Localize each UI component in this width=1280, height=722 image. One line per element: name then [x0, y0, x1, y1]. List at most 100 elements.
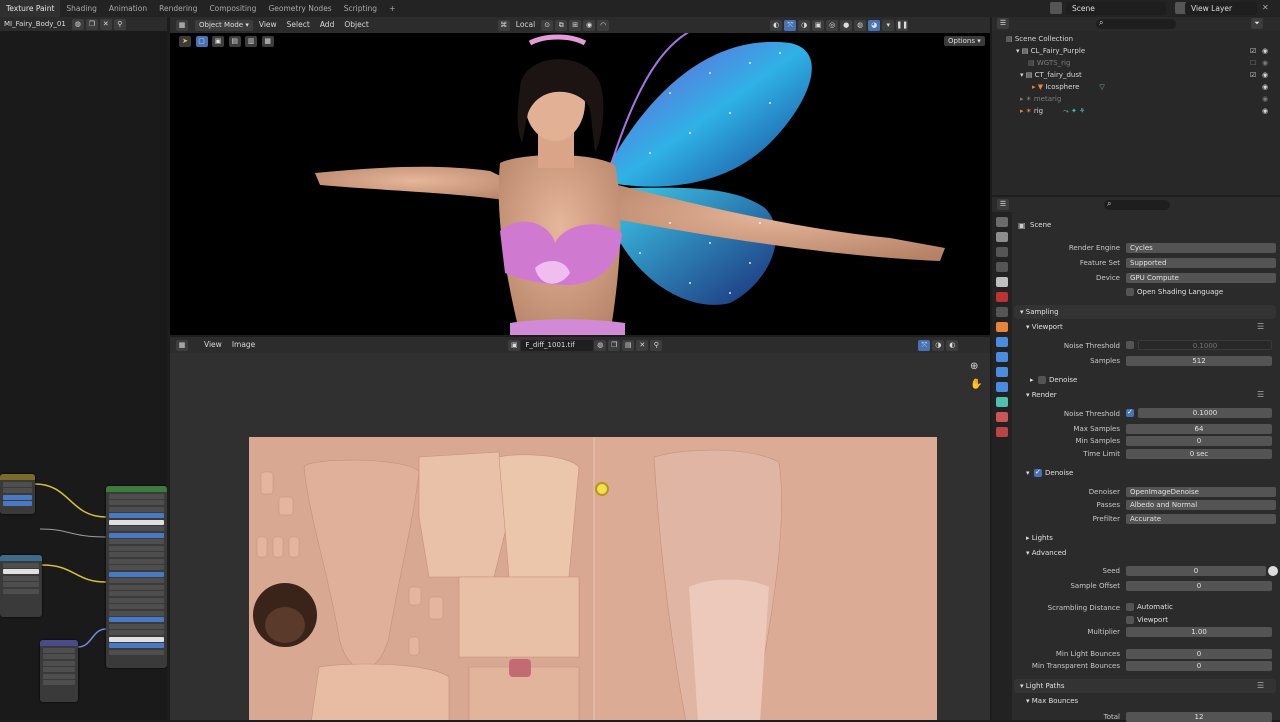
clock-icon[interactable] — [1268, 566, 1278, 576]
object-tab-icon[interactable] — [996, 322, 1008, 332]
feature-set-select[interactable]: Supported — [1126, 258, 1276, 268]
fake-user-icon[interactable]: ◍ — [594, 339, 607, 351]
max-samples-field[interactable]: 64 — [1126, 424, 1272, 434]
prefilter-select[interactable]: Accurate — [1126, 514, 1276, 524]
eye-icon[interactable]: ◉ — [1262, 93, 1268, 105]
checkbox-icon[interactable]: ☑ — [1250, 45, 1256, 57]
uv-texture-image[interactable] — [249, 437, 937, 720]
seed-field[interactable]: 0 — [1126, 566, 1266, 576]
constraints-tab-icon[interactable] — [996, 382, 1008, 392]
automatic-checkbox[interactable] — [1126, 603, 1134, 611]
outliner-row-ct-fairy-dust[interactable]: ▾ ▤ CT_fairy_dust ☑ ◉ — [992, 69, 1280, 81]
list-icon[interactable]: ☰ — [1257, 390, 1264, 399]
pivot-icon[interactable]: ⊙ — [541, 19, 554, 31]
shading-options-icon[interactable]: ▾ — [882, 19, 895, 31]
tab-texture-paint[interactable]: Texture Paint — [0, 0, 61, 17]
snap-icon[interactable]: ⧉ — [555, 19, 568, 31]
advanced-subpanel[interactable]: ▾ Advanced — [1026, 549, 1066, 557]
editor-type-icon[interactable]: ▦ — [176, 19, 188, 31]
min-samples-field[interactable]: 0 — [1126, 436, 1272, 446]
eye-icon[interactable]: ◉ — [1262, 105, 1268, 117]
eye-icon[interactable]: ◉ — [1262, 57, 1268, 69]
tab-geometry-nodes[interactable]: Geometry Nodes — [262, 0, 337, 17]
close-icon[interactable]: ✕ — [1262, 3, 1269, 12]
properties-search-input[interactable] — [1104, 200, 1170, 210]
pin-icon[interactable]: ⚲ — [650, 339, 663, 351]
rendered-shading-icon[interactable]: ◕ — [868, 19, 881, 31]
image-browse-icon[interactable]: ▣ — [508, 339, 521, 351]
new-image-icon[interactable]: ❐ — [608, 339, 621, 351]
image-name-field[interactable]: F_diff_1001.tif — [521, 339, 594, 351]
mode-selector[interactable]: Object Mode ▾ — [195, 19, 253, 31]
visibility-icon[interactable]: ◐ — [770, 19, 783, 31]
sample-offset-field[interactable]: 0 — [1126, 581, 1272, 591]
vp-noise-field[interactable]: 0.1000 — [1138, 340, 1272, 350]
menu-image[interactable]: Image — [227, 337, 261, 353]
shader-node-editor[interactable]: MI_Fairy_Body_01 ◍ ❐ ✕ ⚲ — [0, 17, 167, 720]
total-field[interactable]: 12 — [1126, 712, 1272, 722]
time-limit-field[interactable]: 0 sec — [1126, 449, 1272, 459]
view-layer-selector[interactable]: View Layer — [1185, 2, 1257, 15]
list-icon[interactable]: ☰ — [1257, 681, 1264, 690]
wireframe-shading-icon[interactable]: ◎ — [826, 19, 839, 31]
node-texture[interactable] — [0, 474, 35, 514]
properties-editor[interactable]: ☰ ⌕ ▣ Scene Render Engine Cycles Feature… — [992, 197, 1280, 722]
3d-viewport[interactable]: ▦ Object Mode ▾ View Select Add Object ⌘… — [170, 17, 990, 335]
tab-shading[interactable]: Shading — [60, 0, 102, 17]
add-workspace-button[interactable]: + — [383, 0, 401, 17]
checkbox-icon[interactable]: ☐ — [1250, 57, 1256, 69]
falloff-icon[interactable]: ◠ — [597, 19, 610, 31]
tab-rendering[interactable]: Rendering — [153, 0, 203, 17]
material-shading-icon[interactable]: ◍ — [854, 19, 867, 31]
editor-type-icon[interactable]: ▦ — [176, 339, 188, 351]
transform-orientation-icon[interactable]: ⌘ — [497, 19, 510, 31]
image-editor[interactable]: ▦ View Image ▣ F_diff_1001.tif ◍ ❐ ▤ ✕ ⚲… — [170, 337, 990, 720]
min-transparent-bounces-field[interactable]: 0 — [1126, 661, 1272, 671]
denoise-checkbox[interactable] — [1034, 468, 1042, 477]
render-tab-icon[interactable] — [996, 232, 1008, 242]
tool-tab-icon[interactable] — [996, 217, 1008, 227]
eye-icon[interactable]: ◉ — [1262, 81, 1268, 93]
menu-view[interactable]: View — [254, 17, 282, 33]
max-bounces-subpanel[interactable]: ▾ Max Bounces — [1026, 697, 1078, 705]
transform-orientation[interactable]: Local — [511, 17, 540, 33]
gizmo-icon[interactable]: ⤧ — [918, 339, 931, 351]
vp-noise-checkbox[interactable] — [1126, 341, 1134, 349]
node-principled-bsdf[interactable] — [106, 486, 167, 668]
outliner-row-metarig[interactable]: ▸ ✶ metarig ◉ — [992, 93, 1280, 105]
tab-compositing[interactable]: Compositing — [203, 0, 262, 17]
outliner-row-icosphere[interactable]: ▸ ▼ Icosphere ▽ ◉ — [992, 81, 1280, 93]
snap-target-icon[interactable]: ⊞ — [569, 19, 582, 31]
filter-icon[interactable]: ⏷ — [1251, 18, 1263, 29]
physics-tab-icon[interactable] — [996, 367, 1008, 377]
passes-select[interactable]: Albedo and Normal — [1126, 500, 1276, 510]
scene-selector[interactable]: Scene — [1066, 2, 1166, 15]
menu-view[interactable]: View — [199, 337, 227, 353]
menu-select[interactable]: Select — [282, 17, 315, 33]
menu-add[interactable]: Add — [315, 17, 340, 33]
display-channels-icon[interactable]: ◐ — [946, 339, 959, 351]
r-noise-field[interactable]: 0.1000 — [1138, 408, 1272, 418]
vp-denoise-checkbox[interactable] — [1038, 376, 1046, 384]
node-color-ramp[interactable] — [0, 555, 42, 617]
device-select[interactable]: GPU Compute — [1126, 273, 1276, 283]
tab-scripting[interactable]: Scripting — [338, 0, 383, 17]
gizmo-icon[interactable]: ⤧ — [784, 19, 797, 31]
sd-viewport-checkbox[interactable] — [1126, 616, 1134, 624]
vp-samples-field[interactable]: 512 — [1126, 356, 1272, 366]
denoiser-select[interactable]: OpenImageDenoise — [1126, 487, 1276, 497]
outliner-search-input[interactable] — [1096, 19, 1176, 29]
collection-tab-icon[interactable] — [996, 307, 1008, 317]
overlay-icon[interactable]: ◑ — [932, 339, 945, 351]
pause-icon[interactable]: ❚❚ — [896, 19, 909, 31]
outliner[interactable]: ☰ ⌕ ⏷ ▤ Scene Collection ▾ ▤ CL_Fairy_Pu… — [992, 17, 1280, 195]
render-engine-select[interactable]: Cycles — [1126, 243, 1276, 253]
editor-type-icon[interactable]: ☰ — [997, 18, 1009, 29]
checkbox-icon[interactable]: ☑ — [1250, 69, 1256, 81]
osl-checkbox[interactable] — [1126, 288, 1134, 296]
world-tab-icon[interactable] — [996, 292, 1008, 302]
outliner-row-cl-fairy-purple[interactable]: ▾ ▤ CL_Fairy_Purple ☑ ◉ — [992, 45, 1280, 57]
data-tab-icon[interactable] — [996, 397, 1008, 407]
menu-object[interactable]: Object — [339, 17, 373, 33]
xray-icon[interactable]: ▣ — [812, 19, 825, 31]
